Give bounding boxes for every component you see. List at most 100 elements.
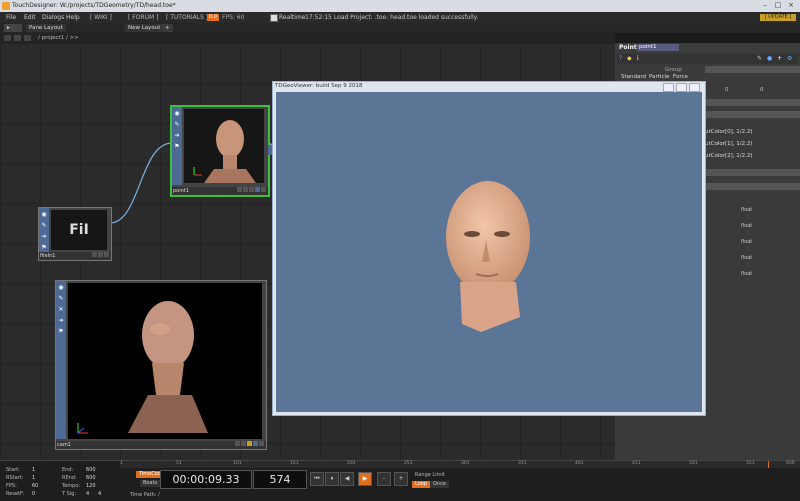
tsig-value-1[interactable]: 4 [86, 491, 89, 497]
bypass-icon[interactable]: ➔ [40, 233, 48, 241]
timecode-display[interactable]: 00:00:09.33 [160, 470, 252, 489]
info-icon[interactable]: i [637, 55, 639, 62]
viewer-maximize-icon[interactable] [676, 83, 687, 92]
operator-name-field[interactable]: point1 [637, 44, 679, 51]
tsig-value-2[interactable]: 4 [98, 491, 101, 497]
pin-icon[interactable]: ✎ [40, 222, 48, 230]
update-button[interactable]: [ UPDATE ] [760, 14, 796, 21]
resetf-value[interactable]: 0 [32, 491, 35, 497]
step-back-icon[interactable]: - [377, 472, 391, 486]
menu-dialogs[interactable]: Dialogs [42, 14, 64, 21]
new-layout-tab[interactable]: New Layout [125, 24, 164, 32]
point1-node[interactable]: ◉ ✎ ➔ ⚑ point1 [170, 105, 272, 197]
float-dropdown[interactable]: float [741, 239, 752, 245]
loop-toggle[interactable]: Loop [412, 481, 430, 488]
filein1-label[interactable]: fileIn1 [40, 253, 55, 259]
tab-force[interactable]: Force [673, 74, 688, 80]
home-icon[interactable] [24, 35, 31, 41]
group-field[interactable] [705, 66, 800, 73]
tutorials-link[interactable]: [ TUTORIALS ] [166, 14, 208, 21]
once-toggle[interactable]: Once [430, 481, 449, 488]
bypass-icon[interactable]: ➔ [173, 132, 181, 140]
geo-viewer-window[interactable]: TDGeoViewer: build Sep 9 2018 [272, 81, 706, 416]
point1-label[interactable]: point1 [173, 188, 189, 194]
menu-file[interactable]: File [6, 14, 16, 21]
timeline-ruler[interactable]: 1 51 101 151 201 251 301 351 401 451 501… [120, 461, 800, 468]
viewer-toggle-icon[interactable]: ◉ [40, 211, 48, 219]
python-icon[interactable]: ◆ [627, 55, 632, 62]
param-expression[interactable]: utColor[2], 1/2.2) [705, 153, 753, 159]
end-value[interactable]: 600 [86, 467, 96, 473]
param-row[interactable] [705, 111, 800, 118]
ruler-tick: 101 [233, 461, 242, 466]
pin-icon[interactable]: ✎ [173, 121, 181, 129]
pane-menu-icon[interactable]: ▸ [4, 24, 22, 32]
time-path[interactable]: Time Path: / [130, 492, 160, 498]
back-icon[interactable] [4, 35, 11, 41]
play-reverse-icon[interactable]: ◀ [340, 472, 354, 486]
add-icon[interactable]: + [777, 55, 782, 62]
param-expression[interactable]: utColor[1], 1/2.2) [705, 141, 753, 147]
menu-help[interactable]: Help [66, 14, 80, 21]
add-layout-icon[interactable]: + [162, 24, 173, 32]
step-forward-icon[interactable]: + [394, 472, 408, 486]
help-icon[interactable]: ? [619, 55, 622, 62]
maximize-icon[interactable]: □ [773, 1, 783, 10]
pane-layout-tab[interactable]: Pane Layout [26, 24, 66, 32]
node-flags[interactable] [236, 187, 266, 194]
tab-standard[interactable]: Standard [621, 74, 646, 80]
gear-icon[interactable]: ⚙ [787, 55, 792, 62]
menu-edit[interactable]: Edit [24, 14, 36, 21]
filein1-node[interactable]: ◉ ✎ ➔ ⚑ FiI fileIn1 [38, 207, 112, 261]
cam1-node[interactable]: ◉ ✎ ✕ ➔ ⚑ cam1 [55, 280, 267, 450]
lock-icon[interactable]: ⚑ [57, 328, 65, 336]
play-icon[interactable]: ▶ [358, 472, 372, 486]
param-value[interactable]: 0 [760, 87, 764, 93]
cpu-indicator[interactable]: 0.0 [207, 14, 219, 21]
float-dropdown[interactable]: float [741, 271, 752, 277]
point1-viewer[interactable] [184, 109, 264, 183]
lock-icon[interactable]: ⚑ [40, 244, 48, 252]
param-row[interactable] [705, 99, 800, 106]
edit-icon[interactable]: ✎ [757, 55, 762, 62]
close-icon[interactable]: ✕ [57, 306, 65, 314]
network-path[interactable]: / project1 / >> [38, 35, 79, 41]
param-row[interactable] [705, 169, 800, 176]
viewer-minimize-icon[interactable] [663, 83, 674, 92]
cam1-label[interactable]: cam1 [57, 442, 71, 448]
rstart-value[interactable]: 1 [32, 475, 35, 481]
close-icon[interactable]: × [786, 1, 796, 10]
forward-icon[interactable] [14, 35, 21, 41]
param-row[interactable] [705, 183, 800, 190]
go-start-icon[interactable]: ⏮ [310, 472, 324, 486]
minimize-icon[interactable]: – [760, 1, 770, 10]
bypass-icon[interactable]: ➔ [57, 317, 65, 325]
viewer-toggle-icon[interactable]: ◉ [173, 110, 181, 118]
forum-link[interactable]: [ FORUM ] [128, 14, 158, 21]
viewer-viewport[interactable] [276, 92, 702, 412]
expand-icon[interactable]: ● [767, 55, 772, 62]
realtime-checkbox[interactable] [270, 14, 278, 22]
node-flags[interactable] [91, 252, 109, 259]
lock-icon[interactable]: ⚑ [173, 143, 181, 151]
wiki-link[interactable]: [ WIKI ] [90, 14, 112, 21]
tab-particle[interactable]: Particle [649, 74, 669, 80]
viewer-close-icon[interactable] [689, 83, 700, 92]
beats-toggle[interactable]: Beats [140, 480, 161, 487]
float-dropdown[interactable]: float [741, 223, 752, 229]
frame-display[interactable]: 574 [253, 470, 307, 489]
param-value[interactable]: 0 [725, 87, 729, 93]
viewer-toggle-icon[interactable]: ◉ [57, 284, 65, 292]
pin-icon[interactable]: ✎ [57, 295, 65, 303]
node-flags[interactable] [234, 441, 264, 448]
float-dropdown[interactable]: float [741, 255, 752, 261]
rend-value[interactable]: 600 [86, 475, 96, 481]
float-dropdown[interactable]: float [741, 207, 752, 213]
param-expression[interactable]: utColor[0], 1/2.2) [705, 129, 753, 135]
cam1-viewer[interactable] [68, 283, 262, 439]
pause-icon[interactable]: ⏸ [325, 472, 339, 486]
fps-value[interactable]: 60 [32, 483, 38, 489]
start-value[interactable]: 1 [32, 467, 35, 473]
tempo-value[interactable]: 120 [86, 483, 96, 489]
playhead[interactable] [768, 461, 769, 468]
